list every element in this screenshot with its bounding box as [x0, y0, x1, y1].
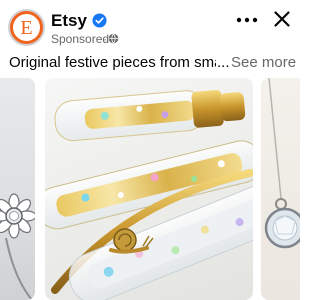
sponsored-post: E Etsy Sponsored · Original festive piec… — [0, 0, 300, 300]
page-name[interactable]: Etsy — [51, 11, 87, 31]
crystal-pendant-image — [264, 78, 300, 249]
post-caption: Original festive pieces from small s — [9, 54, 233, 71]
see-more-link[interactable]: See more — [231, 52, 296, 74]
separator-dot: · — [103, 32, 107, 46]
verified-badge-icon — [92, 13, 107, 28]
more-options-icon[interactable] — [236, 13, 258, 27]
sponsored-label[interactable]: Sponsored — [51, 32, 109, 46]
close-icon[interactable] — [273, 10, 291, 28]
flower-ring-image — [0, 193, 35, 300]
carousel-card-glitter-pens[interactable] — [45, 78, 253, 300]
post-caption-row: Original festive pieces from small s ...… — [0, 50, 300, 74]
carousel-card-crystal-pendant[interactable] — [261, 78, 300, 300]
post-header: E Etsy Sponsored · — [0, 0, 300, 50]
etsy-avatar[interactable]: E — [8, 9, 45, 46]
carousel-card-flower-ring[interactable] — [0, 78, 35, 300]
product-carousel[interactable] — [0, 78, 300, 300]
avatar-inner: E — [13, 14, 40, 41]
globe-icon — [108, 33, 119, 44]
glitter-pens-image — [45, 90, 253, 300]
caption-ellipsis: ... — [216, 52, 230, 74]
avatar-letter: E — [20, 16, 33, 39]
